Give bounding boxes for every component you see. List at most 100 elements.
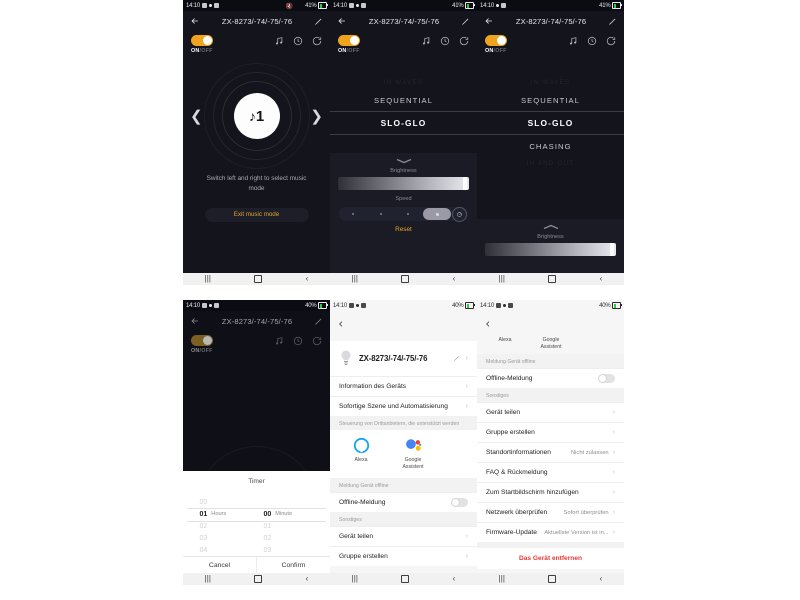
settings-row-check-network[interactable]: Netzwerk überprüfen Sofort überprüfen › — [477, 502, 624, 522]
music-note-icon[interactable] — [274, 336, 284, 346]
device-card[interactable]: ZX-8273/-74/-75/-76 › — [330, 341, 477, 376]
scene-mode-faint-top[interactable]: IN WAVES — [477, 76, 624, 89]
assistant-label-google[interactable]: Google Assistent — [535, 337, 567, 350]
hours-column[interactable]: 00 01Hours 02 03 04 — [193, 496, 257, 556]
home-button[interactable] — [401, 575, 409, 583]
brightness-slider[interactable] — [485, 243, 616, 256]
remove-device-button[interactable]: Das Gerät entfernen — [477, 548, 624, 569]
music-mode-dial[interactable]: ❮ ♪ 1 ❯ — [183, 60, 330, 172]
back-button[interactable]: ‹ — [453, 275, 456, 283]
settings-row-firmware-update[interactable]: Firmware-Update Aktuellste Version ist i… — [477, 522, 624, 542]
timer-icon[interactable] — [312, 336, 322, 346]
brightness-slider-thumb[interactable] — [463, 177, 467, 190]
settings-row-faq-feedback[interactable]: FAQ & Rückmeldung › — [477, 462, 624, 482]
settings-row-scene-automation[interactable]: Sofortige Szene und Automatisierung › — [330, 396, 477, 416]
back-arrow-icon[interactable] — [484, 16, 494, 26]
settings-row-add-to-homescreen[interactable]: Zum Startbildschirm hinzufügen › — [477, 482, 624, 502]
prev-mode-chevron-icon[interactable]: ❮ — [190, 109, 203, 124]
chevron-up-icon[interactable] — [542, 224, 560, 230]
speed-step-4-active[interactable] — [423, 208, 451, 220]
edit-pencil-icon[interactable] — [314, 17, 323, 26]
recents-button[interactable]: ||| — [499, 275, 505, 283]
minutes-option[interactable]: 03 — [257, 544, 321, 556]
home-button[interactable] — [254, 575, 262, 583]
timer-icon[interactable] — [459, 36, 469, 46]
assistant-google[interactable]: Google Assistent — [396, 437, 430, 470]
back-button[interactable]: ‹ — [600, 575, 603, 583]
brightness-slider-thumb[interactable] — [610, 243, 614, 256]
scene-mode-selected[interactable]: SLO-GLO — [330, 111, 477, 135]
back-arrow-icon[interactable] — [190, 316, 200, 326]
scene-mode-list[interactable]: IN WAVES SEQUENTIAL SLO-GLO CHASING IN A… — [477, 76, 624, 170]
hours-option[interactable]: 00 — [193, 496, 257, 508]
timer-icon[interactable] — [312, 36, 322, 46]
brightness-slider[interactable] — [338, 177, 469, 190]
power-toggle[interactable] — [338, 35, 360, 46]
clock-icon[interactable] — [440, 36, 450, 46]
recents-button[interactable]: ||| — [352, 275, 358, 283]
back-arrow-icon[interactable] — [337, 16, 347, 26]
back-button[interactable]: ‹ — [306, 575, 309, 583]
settings-row-offline-notification[interactable]: Offline-Meldung — [477, 368, 624, 388]
back-chevron-icon[interactable] — [484, 320, 492, 328]
next-mode-chevron-icon[interactable]: ❯ — [310, 109, 323, 124]
clock-icon[interactable] — [293, 36, 303, 46]
power-toggle[interactable] — [485, 35, 507, 46]
speed-auto-icon[interactable] — [452, 207, 467, 222]
assistant-alexa[interactable]: Alexa — [344, 437, 378, 470]
chevron-down-icon[interactable] — [395, 158, 413, 164]
settings-row-device-info[interactable]: Information des Geräts › — [330, 376, 477, 396]
edit-pencil-icon[interactable] — [608, 17, 617, 26]
recents-button[interactable]: ||| — [352, 575, 358, 583]
home-button[interactable] — [401, 275, 409, 283]
hours-selected[interactable]: 01Hours — [193, 508, 257, 520]
minutes-selected[interactable]: 00Minute — [257, 508, 321, 520]
home-button[interactable] — [548, 575, 556, 583]
home-button[interactable] — [254, 275, 262, 283]
back-button[interactable]: ‹ — [600, 275, 603, 283]
edit-pencil-icon[interactable] — [453, 355, 460, 362]
timer-wheel-picker[interactable]: 00 01Hours 02 03 04 00Minute 01 — [183, 494, 330, 556]
music-note-icon[interactable] — [421, 36, 431, 46]
back-button[interactable]: ‹ — [306, 275, 309, 283]
offline-notification-switch[interactable] — [598, 374, 615, 383]
minutes-column[interactable]: 00Minute 01 02 03 — [257, 496, 321, 556]
hours-option[interactable]: 04 — [193, 544, 257, 556]
scene-mode-list[interactable]: IN WAVES SEQUENTIAL SLO-GLO — [330, 76, 477, 135]
speed-step-1[interactable] — [339, 213, 367, 215]
scene-mode-above[interactable]: SEQUENTIAL — [330, 89, 477, 111]
scene-mode-faint[interactable]: IN WAVES — [330, 76, 477, 89]
exit-music-mode-button[interactable]: Exit music mode — [205, 208, 309, 222]
edit-pencil-icon[interactable] — [314, 317, 323, 326]
speed-step-3[interactable] — [395, 213, 423, 215]
scene-mode-below[interactable]: CHASING — [477, 135, 624, 157]
settings-row-share-device[interactable]: Gerät teilen › — [330, 526, 477, 546]
hours-option[interactable]: 03 — [193, 532, 257, 544]
back-arrow-icon[interactable] — [190, 16, 200, 26]
settings-row-create-group[interactable]: Gruppe erstellen › — [330, 546, 477, 566]
cancel-button[interactable]: Cancel — [183, 557, 257, 573]
speed-step-2[interactable] — [367, 213, 395, 215]
confirm-button[interactable]: Confirm — [257, 557, 330, 573]
clock-icon[interactable] — [587, 36, 597, 46]
settings-row-create-group[interactable]: Gruppe erstellen › — [477, 422, 624, 442]
scene-mode-above[interactable]: SEQUENTIAL — [477, 89, 624, 111]
settings-row-offline-notification[interactable]: Offline-Meldung — [330, 492, 477, 512]
edit-pencil-icon[interactable] — [461, 17, 470, 26]
scene-mode-selected[interactable]: SLO-GLO — [477, 111, 624, 135]
power-toggle[interactable] — [191, 335, 213, 346]
speed-selector[interactable] — [339, 207, 468, 221]
recents-button[interactable]: ||| — [499, 575, 505, 583]
back-chevron-icon[interactable] — [337, 320, 345, 328]
minutes-option[interactable]: 01 — [257, 520, 321, 532]
music-note-icon[interactable] — [568, 36, 578, 46]
assistant-label-alexa[interactable]: Alexa — [489, 337, 521, 350]
home-button[interactable] — [548, 275, 556, 283]
power-toggle[interactable] — [191, 35, 213, 46]
recents-button[interactable]: ||| — [205, 575, 211, 583]
back-button[interactable]: ‹ — [453, 575, 456, 583]
music-note-icon[interactable] — [274, 36, 284, 46]
reset-button[interactable]: Reset — [330, 226, 477, 233]
timer-icon[interactable] — [606, 36, 616, 46]
offline-notification-switch[interactable] — [451, 498, 468, 507]
